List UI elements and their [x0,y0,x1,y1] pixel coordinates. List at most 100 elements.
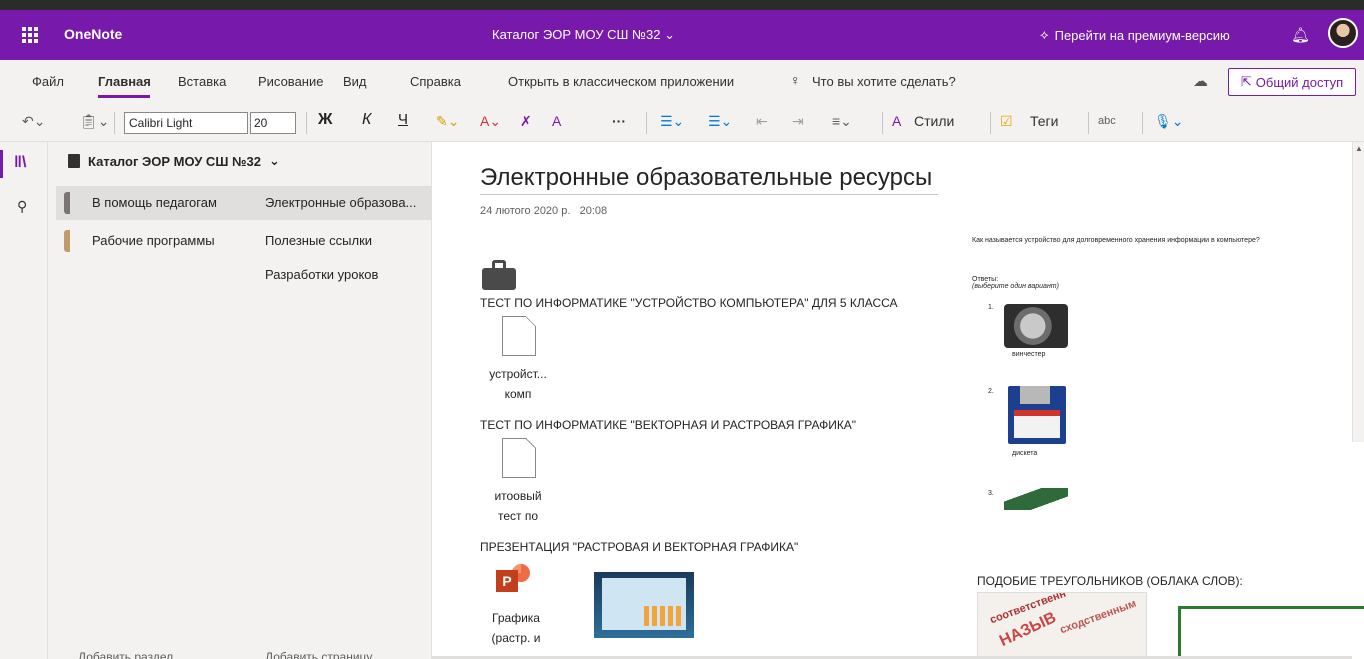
clipboard-icon[interactable]: 📋︎⌄ [80,113,110,130]
indent-icon[interactable]: ⇥ [792,113,804,130]
rail-active-indicator [0,150,3,178]
section-item[interactable]: Рабочие программы [56,224,247,258]
numbering-icon[interactable]: ☰⌄ [708,113,732,130]
dictate-icon[interactable]: 🎙︎⌄ [1154,113,1184,130]
attachment-name[interactable]: итоовый тест по [478,486,558,526]
premium-label: Перейти на премиум-версию [1054,27,1230,43]
toolbar-separator [1088,112,1089,134]
font-size-select[interactable]: 20 [250,112,296,134]
toolbar-separator [882,112,883,134]
left-rail: ǁ\ ⚲ [0,142,48,659]
item-heading[interactable]: ТЕСТ ПО ИНФОРМАТИКЕ "ВЕКТОРНАЯ И РАСТРОВ… [480,418,856,432]
menu-draw[interactable]: Рисование [258,74,323,89]
menu-bar: Файл Главная Вставка Рисование Вид Справ… [0,60,1364,104]
clear-format-icon[interactable]: ✗ [520,113,532,130]
title-bar: OneNote Каталог ЭОР МОУ СШ №32 ⌄ ⟡ Перей… [0,10,1364,60]
sync-cloud-icon[interactable]: ☁ [1193,72,1208,90]
search-icon[interactable]: ⚲ [17,198,27,215]
page-time: 20:08 [579,205,608,217]
more-button[interactable]: ··· [612,113,626,129]
menu-open-desktop[interactable]: Открыть в классическом приложении [508,74,734,89]
avatar[interactable] [1328,18,1358,48]
underline-button[interactable]: Ч [398,111,408,128]
page-item[interactable]: Полезные ссылки [247,224,432,258]
file-icon[interactable] [502,316,536,356]
premium-link[interactable]: ⟡ Перейти на премиум-версию [1040,27,1230,43]
notebook-selector[interactable]: Каталог ЭОР МОУ СШ №32 ⌄ [68,153,280,169]
format-painter-icon[interactable]: A [552,113,561,129]
menu-file[interactable]: Файл [32,74,64,89]
styles-button[interactable]: Стили [914,113,954,129]
add-page-link[interactable]: Добавить страницу [265,650,372,659]
notebooks-icon[interactable]: ǁ\ [14,154,26,172]
vertical-scrollbar[interactable]: ▲ [1352,142,1364,442]
attachment-line: итоовый [494,489,542,503]
styles-icon: A [892,113,902,129]
quiz-answers-label: Ответы: [972,276,999,283]
app-launcher-icon[interactable] [22,27,38,43]
toolbar-separator [114,112,115,134]
file-icon[interactable] [502,438,536,478]
memory-module-image [1004,488,1068,510]
word-cloud-image: соответственн НАЗЫВ сходственным [977,592,1147,659]
presentation-thumbnail[interactable] [594,572,694,638]
align-icon[interactable]: ≡⌄ [832,113,852,130]
diamond-icon: ⟡ [1040,27,1049,42]
bullets-icon[interactable]: ☰⌄ [660,113,684,130]
outdent-icon[interactable]: ⇤ [756,113,768,130]
attachment-name[interactable]: устройст... комп [478,364,558,404]
word-cloud-title: ПОДОБИЕ ТРЕУГОЛЬНИКОВ (ОБЛАКА СЛОВ): [977,574,1243,588]
option-caption: винчестер [1012,351,1046,358]
menu-view[interactable]: Вид [343,74,367,89]
page-date: 24 лютого 2020 р. [480,205,571,217]
font-color-icon[interactable]: A⌄ [480,113,501,130]
toolbar-separator [306,112,307,134]
app-name[interactable]: OneNote [64,26,122,42]
section-tab-icon [64,192,70,214]
quiz-question: Как называется устройство для долговреме… [972,237,1260,244]
bell-icon[interactable]: 🔔︎ [1291,26,1310,44]
page-item[interactable]: Электронные образова... [247,186,432,220]
tell-me-search[interactable]: Что вы хотите сделать? [812,74,956,89]
section-tab-icon [64,230,70,252]
page-canvas[interactable]: Электронные образовательные ресурсы 24 л… [432,142,1364,659]
spelling-button[interactable]: abc [1098,115,1116,127]
powerpoint-icon[interactable]: P [496,562,530,598]
section-label: В помощь педагогам [92,195,217,210]
option-caption: дискета [1012,450,1038,457]
briefcase-icon [482,260,516,290]
notebook-name: Каталог ЭОР МОУ СШ №32 [88,153,261,169]
notebook-icon [68,154,80,168]
attachment-name[interactable]: Графика (растр. и [476,608,556,648]
add-section-link[interactable]: Добавить раздел [78,650,173,659]
document-title[interactable]: Каталог ЭОР МОУ СШ №32 ⌄ [492,27,675,43]
highlight-icon[interactable]: ✎⌄ [436,113,459,130]
font-name-select[interactable]: Calibri Light [124,112,248,134]
option-number: 2. [988,388,994,395]
page-timestamp: 24 лютого 2020 р. 20:08 [480,205,607,217]
attachment-line: Графика [492,611,540,625]
navigation-panel: Каталог ЭОР МОУ СШ №32 ⌄ В помощь педаго… [48,142,432,659]
bold-button[interactable]: Ж [318,111,332,129]
attachment-line: тест по [497,509,539,523]
page-title[interactable]: Электронные образовательные ресурсы [480,164,938,195]
scroll-up-icon[interactable]: ▲ [1355,144,1363,153]
active-tab-indicator [98,95,150,98]
section-label: Рабочие программы [92,233,215,248]
floppy-disk-image [1008,386,1066,444]
share-button[interactable]: ⇱ Общий доступ [1228,68,1356,96]
window-top-strip [0,0,1364,10]
item-heading[interactable]: ПРЕЗЕНТАЦИЯ "РАСТРОВАЯ И ВЕКТОРНАЯ ГРАФИ… [480,540,798,554]
lightbulb-icon: ♀ [790,72,801,88]
italic-button[interactable]: К [362,111,371,129]
word-cloud-frame [1178,606,1364,659]
undo-icon[interactable]: ↶⌄ [22,113,45,130]
item-heading[interactable]: ТЕСТ ПО ИНФОРМАТИКЕ "УСТРОЙСТВО КОМПЬЮТЕ… [480,296,898,310]
section-item[interactable]: В помощь педагогам [56,186,247,220]
page-item[interactable]: Разработки уроков [247,258,432,292]
tags-button[interactable]: Теги [1030,113,1058,129]
menu-home[interactable]: Главная [98,74,151,89]
menu-help[interactable]: Справка [410,74,461,89]
attachment-line: устройст... [489,367,547,381]
menu-insert[interactable]: Вставка [178,74,226,89]
